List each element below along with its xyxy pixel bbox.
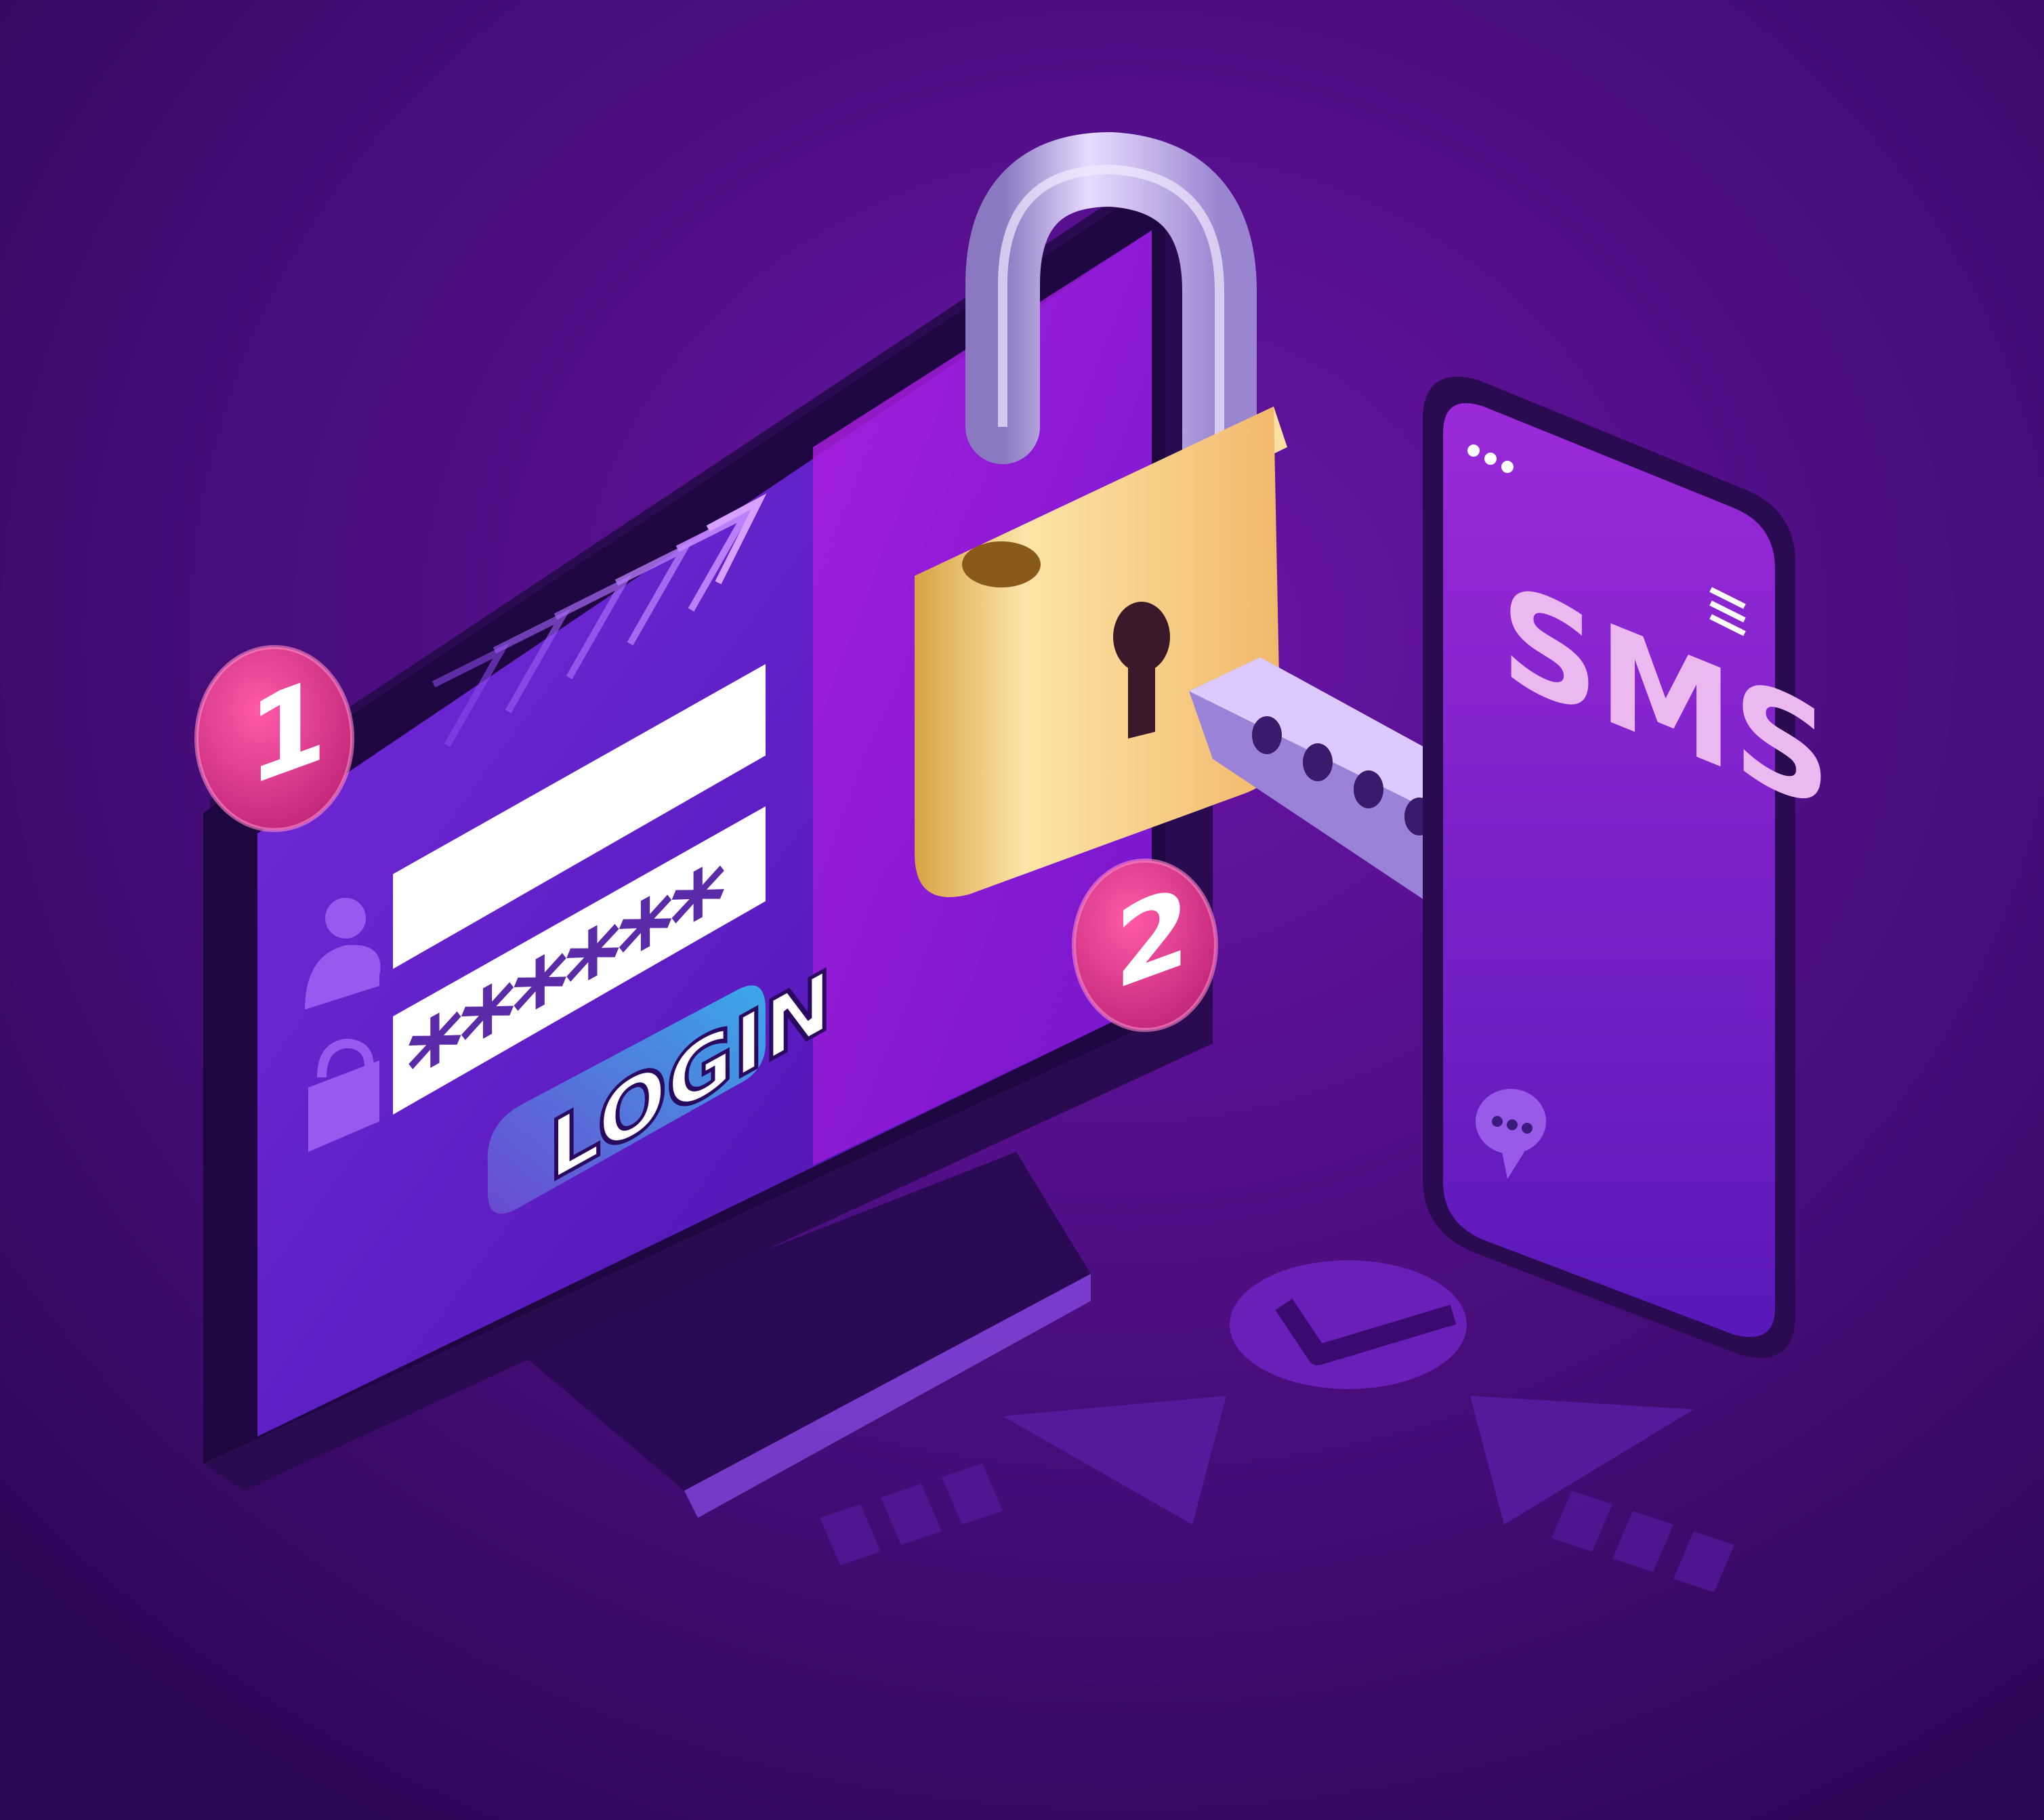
two-factor-authentication-illustration: ****** LOGIN 1 2 SMS bbox=[0, 0, 2044, 1820]
step-badge-2: 2 bbox=[1072, 859, 1218, 1032]
checkmark-icon bbox=[1230, 1260, 1467, 1389]
phone: SMS bbox=[1423, 377, 1831, 1358]
step-badge-1: 1 bbox=[194, 645, 354, 832]
